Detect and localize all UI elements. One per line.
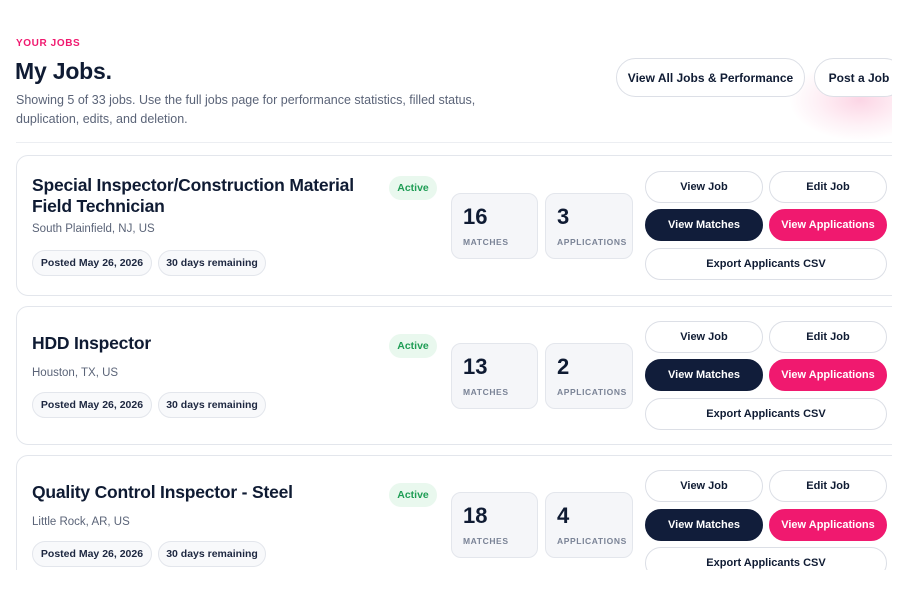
posted-date-chip: Posted May 26, 2026: [32, 541, 152, 567]
days-remaining-chip: 30 days remaining: [158, 250, 266, 276]
job-card: Quality Control Inspector - Steel Little…: [16, 455, 892, 570]
view-applications-button[interactable]: View Applications: [769, 209, 887, 241]
export-applicants-csv-button[interactable]: Export Applicants CSV: [645, 398, 887, 430]
days-remaining-chip: 30 days remaining: [158, 541, 266, 567]
section-eyebrow: YOUR JOBS: [16, 38, 81, 49]
applications-count: 3: [557, 204, 570, 229]
view-job-button[interactable]: View Job: [645, 470, 763, 502]
applications-stat: 3 APPLICATIONS: [545, 193, 633, 259]
matches-label: MATCHES: [463, 387, 509, 397]
applications-label: APPLICATIONS: [557, 536, 627, 546]
view-matches-button[interactable]: View Matches: [645, 209, 763, 241]
view-job-button[interactable]: View Job: [645, 171, 763, 203]
applications-stat: 2 APPLICATIONS: [545, 343, 633, 409]
view-applications-button[interactable]: View Applications: [769, 359, 887, 391]
export-applicants-csv-button[interactable]: Export Applicants CSV: [645, 248, 887, 280]
job-card: Special Inspector/Construction Material …: [16, 155, 892, 296]
job-title[interactable]: Quality Control Inspector - Steel: [32, 482, 392, 503]
export-applicants-csv-button[interactable]: Export Applicants CSV: [645, 547, 887, 570]
edit-job-button[interactable]: Edit Job: [769, 321, 887, 353]
matches-stat: 13 MATCHES: [451, 343, 538, 409]
view-all-jobs-button[interactable]: View All Jobs & Performance: [616, 58, 805, 97]
edit-job-button[interactable]: Edit Job: [769, 171, 887, 203]
edit-job-button[interactable]: Edit Job: [769, 470, 887, 502]
matches-stat: 16 MATCHES: [451, 193, 538, 259]
matches-label: MATCHES: [463, 536, 509, 546]
matches-count: 18: [463, 503, 488, 528]
view-matches-button[interactable]: View Matches: [645, 509, 763, 541]
matches-label: MATCHES: [463, 237, 509, 247]
posted-date-chip: Posted May 26, 2026: [32, 250, 152, 276]
post-job-button[interactable]: Post a Job: [814, 58, 892, 97]
matches-count: 13: [463, 354, 488, 379]
applications-stat: 4 APPLICATIONS: [545, 492, 633, 558]
days-remaining-chip: 30 days remaining: [158, 392, 266, 418]
matches-count: 16: [463, 204, 488, 229]
page-subtitle: Showing 5 of 33 jobs. Use the full jobs …: [16, 93, 476, 126]
page-title: My Jobs.: [15, 58, 112, 84]
job-title[interactable]: HDD Inspector: [32, 333, 392, 354]
status-badge: Active: [389, 176, 437, 200]
applications-count: 2: [557, 354, 570, 379]
matches-stat: 18 MATCHES: [451, 492, 538, 558]
job-location: South Plainfield, NJ, US: [32, 223, 155, 235]
view-job-button[interactable]: View Job: [645, 321, 763, 353]
status-badge: Active: [389, 483, 437, 507]
view-matches-button[interactable]: View Matches: [645, 359, 763, 391]
my-jobs-panel: YOUR JOBS My Jobs. Showing 5 of 33 jobs.…: [0, 0, 892, 570]
job-title[interactable]: Special Inspector/Construction Material …: [32, 175, 392, 217]
job-location: Houston, TX, US: [32, 367, 119, 379]
posted-date-chip: Posted May 26, 2026: [32, 392, 152, 418]
applications-count: 4: [557, 503, 570, 528]
view-applications-button[interactable]: View Applications: [769, 509, 887, 541]
header-divider: [16, 142, 892, 143]
applications-label: APPLICATIONS: [557, 387, 627, 397]
job-location: Little Rock, AR, US: [32, 516, 130, 528]
status-badge: Active: [389, 334, 437, 358]
applications-label: APPLICATIONS: [557, 237, 627, 247]
job-card: HDD Inspector Houston, TX, US Posted May…: [16, 306, 892, 445]
